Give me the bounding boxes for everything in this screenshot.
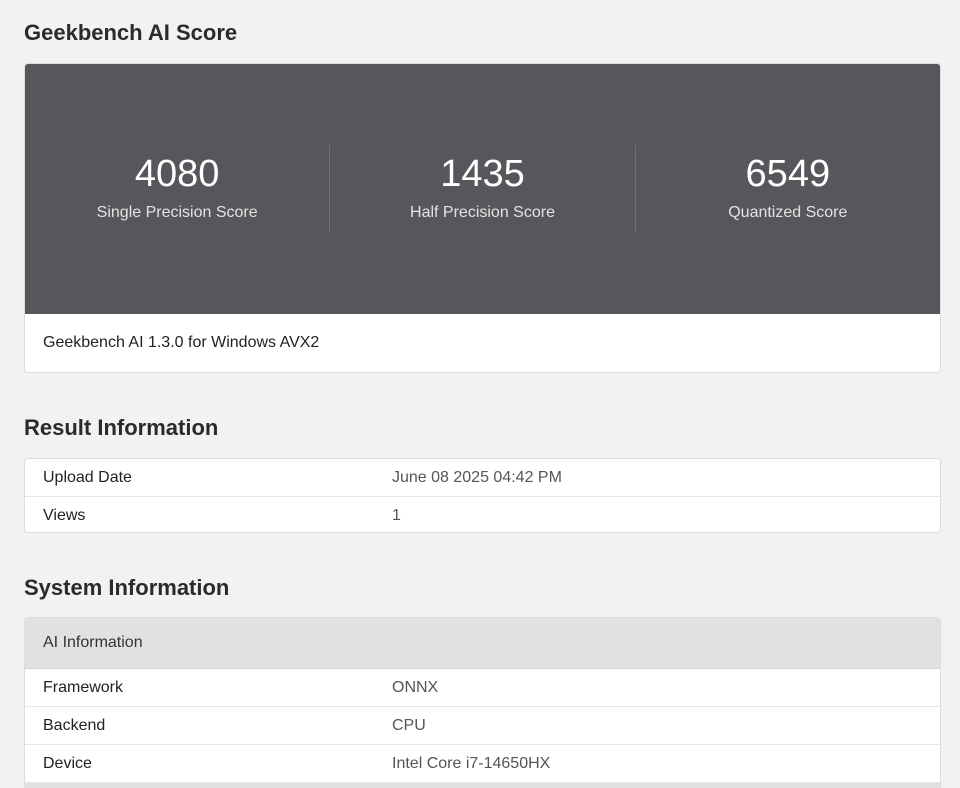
result-section-title: Result Information	[24, 415, 219, 440]
score-label: Quantized Score	[728, 204, 848, 221]
score-card: 4080 Single Precision Score 1435 Half Pr…	[24, 63, 941, 373]
row-value: Intel Core i7-14650HX	[392, 754, 551, 772]
system-section-title: System Information	[24, 575, 230, 600]
single-precision-score: 4080 Single Precision Score	[25, 145, 329, 233]
score-panel: 4080 Single Precision Score 1435 Half Pr…	[25, 64, 940, 314]
result-info-table: Upload Date June 08 2025 04:42 PM Views …	[24, 458, 941, 533]
row-value: 1	[392, 506, 401, 524]
row-key: Upload Date	[43, 468, 132, 486]
score-value: 6549	[745, 153, 831, 195]
table-row: Views 1	[25, 497, 940, 532]
page: Geekbench AI Score 4080 Single Precision…	[0, 0, 960, 788]
row-key: Views	[43, 506, 86, 524]
table-row: Backend CPU	[25, 707, 940, 745]
score-section-title: Geekbench AI Score	[24, 20, 238, 45]
row-value: ONNX	[392, 678, 439, 696]
table-row: Upload Date June 08 2025 04:42 PM	[25, 459, 940, 497]
version-text: Geekbench AI 1.3.0 for Windows AVX2	[43, 333, 320, 351]
quantized-score: 6549 Quantized Score	[634, 145, 940, 233]
score-label: Half Precision Score	[410, 204, 555, 221]
row-value: June 08 2025 04:42 PM	[392, 468, 562, 486]
score-label: Single Precision Score	[96, 204, 258, 221]
table-row: Device Intel Core i7-14650HX	[25, 745, 940, 783]
half-precision-score: 1435 Half Precision Score	[329, 145, 634, 233]
score-value: 4080	[134, 153, 220, 195]
row-value: CPU	[392, 716, 426, 734]
row-key: Device	[43, 754, 92, 772]
system-info-table: AI Information Framework ONNX Backend CP…	[24, 617, 941, 788]
table-row: Framework ONNX	[25, 669, 940, 707]
row-key: Framework	[43, 678, 124, 696]
score-value: 1435	[440, 153, 525, 195]
group-header: AI Information	[25, 618, 940, 669]
row-key: Backend	[43, 716, 106, 734]
next-group-header	[25, 783, 940, 788]
